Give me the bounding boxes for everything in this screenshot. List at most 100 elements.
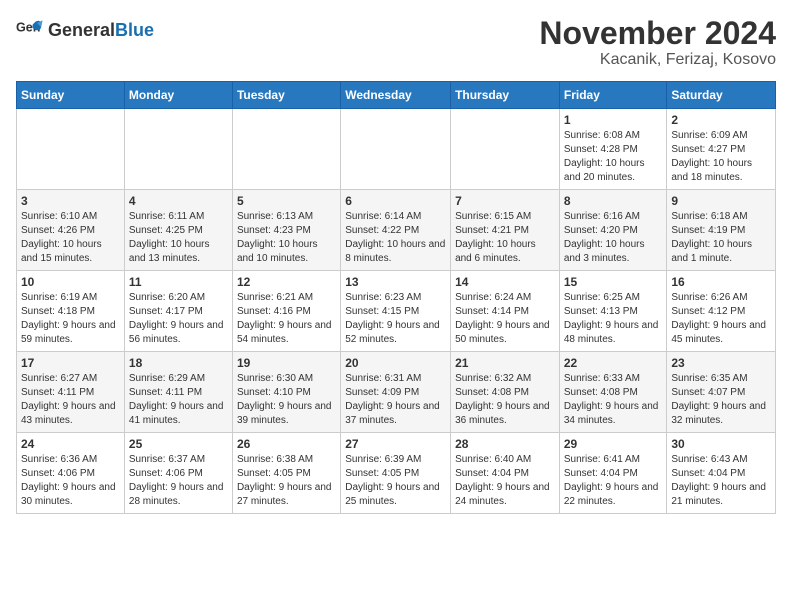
logo: Gen GeneralBlue xyxy=(16,16,154,44)
day-number: 19 xyxy=(237,356,336,370)
calendar-week-row: 17 Sunrise: 6:27 AM Sunset: 4:11 PM Dayli… xyxy=(17,352,776,433)
day-number: 21 xyxy=(455,356,555,370)
day-detail: Sunrise: 6:27 AM Sunset: 4:11 PM Dayligh… xyxy=(21,372,120,428)
calendar-cell: 2Sunrise: 6:09 AM Sunset: 4:27 PM Daylig… xyxy=(667,109,776,190)
calendar-cell: 17 Sunrise: 6:27 AM Sunset: 4:11 PM Dayli… xyxy=(17,352,125,433)
calendar-cell: 5 Sunrise: 6:13 AM Sunset: 4:23 PM Daylig… xyxy=(232,190,340,271)
day-number: 17 xyxy=(21,356,120,370)
logo-icon: Gen xyxy=(16,16,44,44)
day-detail: Sunrise: 6:19 AM Sunset: 4:18 PM Dayligh… xyxy=(21,291,120,347)
calendar-week-row: 24Sunrise: 6:36 AM Sunset: 4:06 PM Dayli… xyxy=(17,433,776,514)
day-number: 30 xyxy=(671,437,771,451)
calendar-week-row: 3Sunrise: 6:10 AM Sunset: 4:26 PM Daylig… xyxy=(17,190,776,271)
day-detail: Sunrise: 6:16 AM Sunset: 4:20 PM Dayligh… xyxy=(564,210,663,266)
calendar-cell: 20 Sunrise: 6:31 AM Sunset: 4:09 PM Dayli… xyxy=(341,352,451,433)
day-detail: Sunrise: 6:13 AM Sunset: 4:23 PM Dayligh… xyxy=(237,210,336,266)
calendar-cell xyxy=(124,109,232,190)
calendar-cell: 30 Sunrise: 6:43 AM Sunset: 4:04 PM Dayli… xyxy=(667,433,776,514)
day-number: 4 xyxy=(129,194,228,208)
calendar-cell: 6Sunrise: 6:14 AM Sunset: 4:22 PM Daylig… xyxy=(341,190,451,271)
day-detail: Sunrise: 6:10 AM Sunset: 4:26 PM Dayligh… xyxy=(21,210,120,266)
day-detail: Sunrise: 6:21 AM Sunset: 4:16 PM Dayligh… xyxy=(237,291,336,347)
calendar-cell: 12 Sunrise: 6:21 AM Sunset: 4:16 PM Dayli… xyxy=(232,271,340,352)
day-detail: Sunrise: 6:18 AM Sunset: 4:19 PM Dayligh… xyxy=(671,210,771,266)
calendar-table: SundayMondayTuesdayWednesdayThursdayFrid… xyxy=(16,81,776,514)
day-number: 15 xyxy=(564,275,663,289)
calendar-cell: 21 Sunrise: 6:32 AM Sunset: 4:08 PM Dayli… xyxy=(451,352,560,433)
day-number: 14 xyxy=(455,275,555,289)
page-title: November 2024 xyxy=(539,16,776,51)
weekday-header-sunday: Sunday xyxy=(17,82,125,109)
day-number: 16 xyxy=(671,275,771,289)
day-detail: Sunrise: 6:43 AM Sunset: 4:04 PM Dayligh… xyxy=(671,453,771,509)
calendar-cell: 7 Sunrise: 6:15 AM Sunset: 4:21 PM Daylig… xyxy=(451,190,560,271)
day-number: 6 xyxy=(345,194,446,208)
day-detail: Sunrise: 6:33 AM Sunset: 4:08 PM Dayligh… xyxy=(564,372,663,428)
day-detail: Sunrise: 6:38 AM Sunset: 4:05 PM Dayligh… xyxy=(237,453,336,509)
calendar-cell: 24Sunrise: 6:36 AM Sunset: 4:06 PM Dayli… xyxy=(17,433,125,514)
day-detail: Sunrise: 6:29 AM Sunset: 4:11 PM Dayligh… xyxy=(129,372,228,428)
calendar-cell: 22Sunrise: 6:33 AM Sunset: 4:08 PM Dayli… xyxy=(559,352,667,433)
weekday-header-saturday: Saturday xyxy=(667,82,776,109)
calendar-week-row: 1Sunrise: 6:08 AM Sunset: 4:28 PM Daylig… xyxy=(17,109,776,190)
calendar-cell: 27 Sunrise: 6:39 AM Sunset: 4:05 PM Dayli… xyxy=(341,433,451,514)
weekday-header-row: SundayMondayTuesdayWednesdayThursdayFrid… xyxy=(17,82,776,109)
day-detail: Sunrise: 6:37 AM Sunset: 4:06 PM Dayligh… xyxy=(129,453,228,509)
day-number: 12 xyxy=(237,275,336,289)
weekday-header-monday: Monday xyxy=(124,82,232,109)
day-number: 26 xyxy=(237,437,336,451)
calendar-cell: 26 Sunrise: 6:38 AM Sunset: 4:05 PM Dayli… xyxy=(232,433,340,514)
calendar-cell xyxy=(451,109,560,190)
day-detail: Sunrise: 6:32 AM Sunset: 4:08 PM Dayligh… xyxy=(455,372,555,428)
weekday-header-thursday: Thursday xyxy=(451,82,560,109)
day-number: 27 xyxy=(345,437,446,451)
weekday-header-friday: Friday xyxy=(559,82,667,109)
calendar-cell xyxy=(341,109,451,190)
day-detail: Sunrise: 6:11 AM Sunset: 4:25 PM Dayligh… xyxy=(129,210,228,266)
calendar-cell: 9 Sunrise: 6:18 AM Sunset: 4:19 PM Daylig… xyxy=(667,190,776,271)
day-detail: Sunrise: 6:08 AM Sunset: 4:28 PM Dayligh… xyxy=(564,129,663,185)
day-number: 5 xyxy=(237,194,336,208)
day-number: 13 xyxy=(345,275,446,289)
day-number: 24 xyxy=(21,437,120,451)
day-number: 8 xyxy=(564,194,663,208)
calendar-cell: 4 Sunrise: 6:11 AM Sunset: 4:25 PM Daylig… xyxy=(124,190,232,271)
calendar-cell: 8 Sunrise: 6:16 AM Sunset: 4:20 PM Daylig… xyxy=(559,190,667,271)
day-detail: Sunrise: 6:39 AM Sunset: 4:05 PM Dayligh… xyxy=(345,453,446,509)
day-detail: Sunrise: 6:30 AM Sunset: 4:10 PM Dayligh… xyxy=(237,372,336,428)
day-detail: Sunrise: 6:09 AM Sunset: 4:27 PM Dayligh… xyxy=(671,129,771,185)
day-detail: Sunrise: 6:20 AM Sunset: 4:17 PM Dayligh… xyxy=(129,291,228,347)
calendar-cell: 16Sunrise: 6:26 AM Sunset: 4:12 PM Dayli… xyxy=(667,271,776,352)
day-number: 29 xyxy=(564,437,663,451)
day-detail: Sunrise: 6:31 AM Sunset: 4:09 PM Dayligh… xyxy=(345,372,446,428)
calendar-cell xyxy=(17,109,125,190)
day-number: 25 xyxy=(129,437,228,451)
day-number: 23 xyxy=(671,356,771,370)
day-number: 20 xyxy=(345,356,446,370)
calendar-cell: 11Sunrise: 6:20 AM Sunset: 4:17 PM Dayli… xyxy=(124,271,232,352)
weekday-header-tuesday: Tuesday xyxy=(232,82,340,109)
day-detail: Sunrise: 6:25 AM Sunset: 4:13 PM Dayligh… xyxy=(564,291,663,347)
calendar-cell: 19 Sunrise: 6:30 AM Sunset: 4:10 PM Dayli… xyxy=(232,352,340,433)
calendar-cell: 14 Sunrise: 6:24 AM Sunset: 4:14 PM Dayli… xyxy=(451,271,560,352)
day-number: 9 xyxy=(671,194,771,208)
calendar-cell: 15 Sunrise: 6:25 AM Sunset: 4:13 PM Dayli… xyxy=(559,271,667,352)
day-detail: Sunrise: 6:15 AM Sunset: 4:21 PM Dayligh… xyxy=(455,210,555,266)
calendar-cell: 3Sunrise: 6:10 AM Sunset: 4:26 PM Daylig… xyxy=(17,190,125,271)
calendar-cell: 25 Sunrise: 6:37 AM Sunset: 4:06 PM Dayli… xyxy=(124,433,232,514)
day-detail: Sunrise: 6:24 AM Sunset: 4:14 PM Dayligh… xyxy=(455,291,555,347)
title-block: November 2024 Kacanik, Ferizaj, Kosovo xyxy=(539,16,776,69)
day-number: 28 xyxy=(455,437,555,451)
logo-text-general: General xyxy=(48,20,115,40)
calendar-cell: 10Sunrise: 6:19 AM Sunset: 4:18 PM Dayli… xyxy=(17,271,125,352)
day-number: 7 xyxy=(455,194,555,208)
day-detail: Sunrise: 6:40 AM Sunset: 4:04 PM Dayligh… xyxy=(455,453,555,509)
day-detail: Sunrise: 6:35 AM Sunset: 4:07 PM Dayligh… xyxy=(671,372,771,428)
calendar-cell: 23 Sunrise: 6:35 AM Sunset: 4:07 PM Dayli… xyxy=(667,352,776,433)
calendar-week-row: 10Sunrise: 6:19 AM Sunset: 4:18 PM Dayli… xyxy=(17,271,776,352)
page-subtitle: Kacanik, Ferizaj, Kosovo xyxy=(539,51,776,69)
weekday-header-wednesday: Wednesday xyxy=(341,82,451,109)
calendar-cell: 13Sunrise: 6:23 AM Sunset: 4:15 PM Dayli… xyxy=(341,271,451,352)
calendar-cell: 28 Sunrise: 6:40 AM Sunset: 4:04 PM Dayli… xyxy=(451,433,560,514)
logo-text-blue: Blue xyxy=(115,20,154,40)
